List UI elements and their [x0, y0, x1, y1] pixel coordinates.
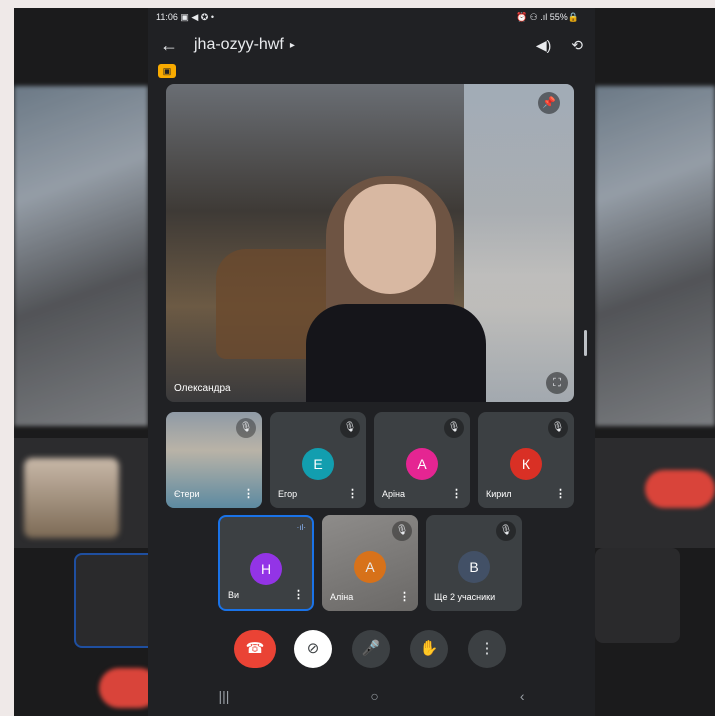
call-controls: ☎ ⊘ 🎤 ✋ ⋮	[148, 630, 595, 674]
video-face	[344, 184, 436, 294]
system-nav-bar: ||| ○ ‹	[148, 676, 595, 716]
backdrop-left	[14, 8, 148, 716]
speaking-indicator-icon: ·ıl·	[296, 523, 306, 532]
backdrop-video	[595, 86, 715, 426]
backdrop-person	[24, 458, 119, 538]
avatar: В	[458, 551, 490, 583]
participant-tile[interactable]: 🎙 Єтери ⋮	[166, 412, 262, 508]
nav-back-icon[interactable]: ‹	[520, 688, 525, 704]
more-options-icon[interactable]: ⋮	[293, 588, 304, 601]
avatar: А	[354, 551, 386, 583]
mic-off-icon: 🎙	[444, 418, 464, 438]
more-options-icon[interactable]: ⋮	[399, 590, 410, 603]
app-bar: ← jha-ozyy-hwf ▸ ◀) ⟲	[148, 28, 595, 62]
participant-name: Ще 2 учасники	[434, 592, 496, 602]
backdrop-end-button	[645, 470, 715, 508]
participant-name: Єтери	[174, 489, 200, 499]
mic-off-icon: 🎙	[236, 418, 256, 438]
status-icons-left: ▣ ◀ ✪ •	[180, 11, 214, 22]
home-icon[interactable]: ○	[370, 688, 378, 704]
app-bar-actions: ◀) ⟲	[536, 37, 583, 54]
main-speaker-name: Олександра	[174, 383, 231, 394]
participant-name: Кирил	[486, 489, 512, 499]
pin-icon[interactable]: 📌	[538, 92, 560, 114]
avatar: E	[302, 448, 334, 480]
participant-name: Аліна	[330, 592, 354, 602]
host-controls-badge[interactable]: ▣	[158, 64, 176, 78]
camera-off-button[interactable]: ⊘	[294, 630, 332, 668]
switch-camera-icon[interactable]: ⟲	[571, 37, 583, 54]
self-tile[interactable]: ·ıl· Н Ви ⋮	[218, 515, 314, 611]
speaker-icon[interactable]: ◀)	[536, 37, 551, 54]
more-options-icon[interactable]: ⋮	[555, 487, 566, 500]
status-time: 11:06	[156, 11, 178, 22]
microphone-button[interactable]: 🎤	[352, 630, 390, 668]
backdrop-right	[595, 8, 715, 716]
screen: 11:06 ▣ ◀ ✪ • ⏰ ⚇ .ıl 55%🔒 ← jha-ozyy-hw…	[0, 0, 715, 716]
status-icons-right: ⏰ ⚇ .ıl	[515, 11, 548, 22]
participant-tile[interactable]: 🎙 К Кирил ⋮	[478, 412, 574, 508]
meet-screen: 11:06 ▣ ◀ ✪ • ⏰ ⚇ .ıl 55%🔒 ← jha-ozyy-hw…	[148, 8, 595, 716]
mic-off-icon: 🎙	[496, 521, 516, 541]
participant-tile[interactable]: 🎙 А Аріна ⋮	[374, 412, 470, 508]
end-call-button[interactable]: ☎	[234, 630, 276, 668]
avatar: К	[510, 448, 542, 480]
video-body	[306, 304, 486, 402]
battery-level: 55%🔒	[549, 11, 579, 22]
mic-off-icon: 🎙	[340, 418, 360, 438]
more-options-icon[interactable]: ⋮	[451, 487, 462, 500]
backdrop-video	[14, 86, 148, 426]
mic-off-icon: 🎙	[548, 418, 568, 438]
backdrop-tile	[595, 548, 680, 643]
participant-tile[interactable]: 🎙 А Аліна ⋮	[322, 515, 418, 611]
backdrop-tile	[74, 553, 148, 648]
avatar: А	[406, 448, 438, 480]
backdrop-end-button	[99, 668, 148, 708]
more-options-icon[interactable]: ⋮	[347, 487, 358, 500]
participant-tile[interactable]: 🎙 E Егор ⋮	[270, 412, 366, 508]
back-arrow-icon[interactable]: ←	[160, 35, 186, 56]
recent-apps-icon[interactable]: |||	[218, 688, 229, 704]
meeting-code[interactable]: jha-ozyy-hwf	[194, 36, 284, 54]
main-speaker-video[interactable]: 📌 Олександра ⛶	[166, 84, 574, 402]
status-bar: 11:06 ▣ ◀ ✪ • ⏰ ⚇ .ıl 55%🔒	[148, 8, 595, 26]
avatar: Н	[250, 553, 282, 585]
fullscreen-icon[interactable]: ⛶	[546, 372, 568, 394]
more-options-button[interactable]: ⋮	[468, 630, 506, 668]
raise-hand-button[interactable]: ✋	[410, 630, 448, 668]
participant-name: Аріна	[382, 489, 405, 499]
participant-name: Ви	[228, 590, 240, 600]
participant-name: Егор	[278, 489, 298, 499]
status-left: 11:06 ▣ ◀ ✪ •	[156, 12, 214, 23]
status-right: ⏰ ⚇ .ıl 55%🔒	[516, 12, 579, 23]
scrollbar[interactable]	[584, 330, 587, 356]
more-participants-tile[interactable]: 🎙 В Ще 2 учасники	[426, 515, 522, 611]
more-options-icon[interactable]: ⋮	[243, 487, 254, 500]
mic-off-icon: 🎙	[392, 521, 412, 541]
meeting-info-caret-icon[interactable]: ▸	[290, 40, 295, 51]
